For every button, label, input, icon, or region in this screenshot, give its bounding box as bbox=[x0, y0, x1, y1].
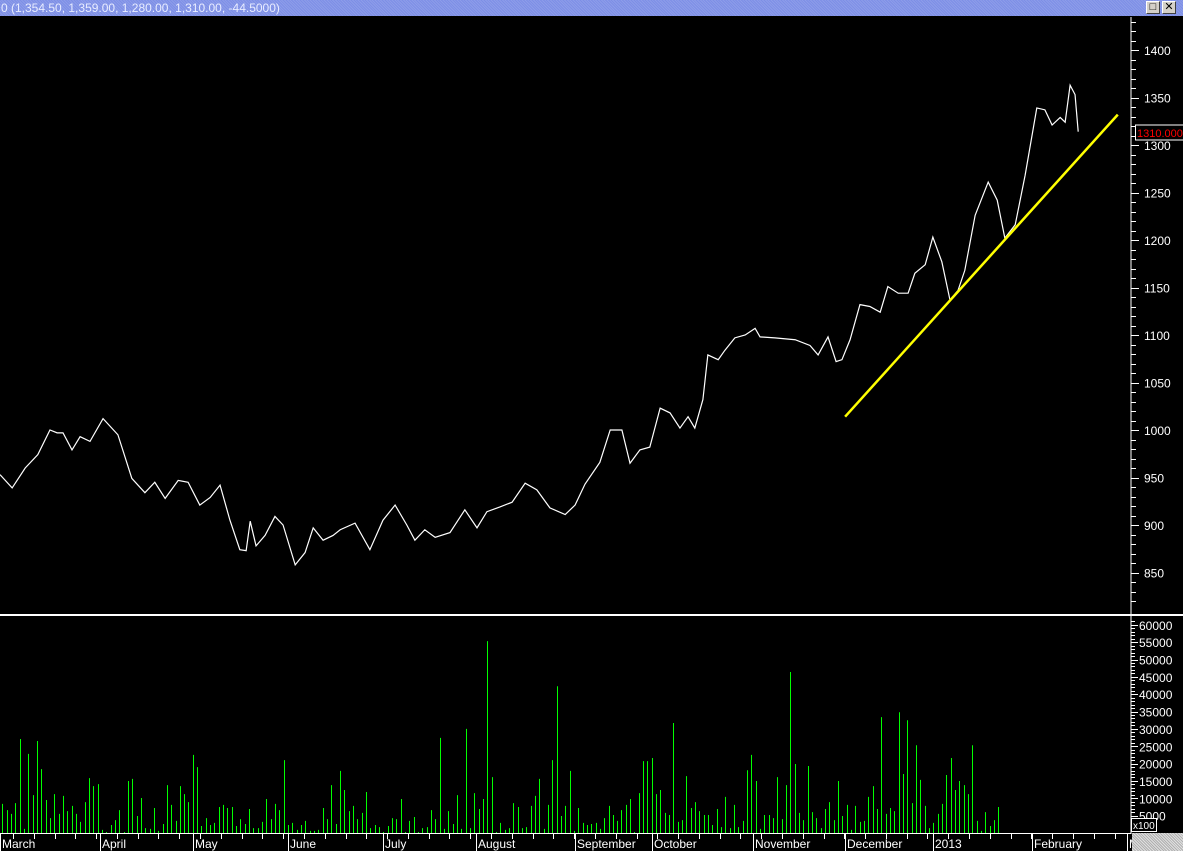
volume-tick-label: 20000 bbox=[1139, 758, 1173, 772]
price-line bbox=[0, 83, 1079, 567]
window-title: 0 (1,354.50, 1,359.00, 1,280.00, 1,310.0… bbox=[1, 1, 280, 15]
price-tick-label: 1400 bbox=[1144, 44, 1171, 58]
month-label: May bbox=[195, 837, 218, 851]
month-label: March bbox=[2, 837, 35, 851]
month-label: August bbox=[478, 837, 516, 851]
last-value-label: 1310.000 bbox=[1137, 128, 1183, 140]
price-tick-label: 1250 bbox=[1144, 187, 1171, 201]
volume-tick-label: 40000 bbox=[1139, 688, 1173, 702]
price-tick-label: 850 bbox=[1144, 567, 1164, 581]
volume-tick-label: 50000 bbox=[1139, 654, 1173, 668]
month-label: February bbox=[1034, 837, 1082, 851]
volume-tick-label: 25000 bbox=[1139, 740, 1173, 754]
month-label: October bbox=[654, 837, 697, 851]
price-tick-label: 1300 bbox=[1144, 139, 1171, 153]
month-label: December bbox=[847, 837, 902, 851]
corner-filler bbox=[1132, 833, 1183, 851]
volume-tick-label: 10000 bbox=[1139, 792, 1173, 806]
volume-tick-label: 45000 bbox=[1139, 671, 1173, 685]
month-label: September bbox=[577, 837, 636, 851]
price-tick-label: 1100 bbox=[1144, 329, 1170, 343]
volume-multiplier-label: x100 bbox=[1133, 821, 1155, 832]
price-tick-label: 1150 bbox=[1144, 282, 1170, 296]
panel-separator bbox=[0, 614, 1183, 616]
volume-tick-label: 30000 bbox=[1139, 723, 1173, 737]
price-tick-label: 1000 bbox=[1144, 424, 1171, 438]
price-tick-label: 950 bbox=[1144, 472, 1164, 486]
title-bar: 0 (1,354.50, 1,359.00, 1,280.00, 1,310.0… bbox=[0, 0, 1183, 16]
close-icon[interactable]: ✕ bbox=[1162, 1, 1176, 14]
month-label: November bbox=[755, 837, 810, 851]
month-label: July bbox=[385, 837, 406, 851]
month-label: 2013 bbox=[935, 837, 962, 851]
price-tick-label: 1050 bbox=[1144, 377, 1171, 391]
price-tick-label: 900 bbox=[1144, 519, 1164, 533]
volume-tick-label: 55000 bbox=[1139, 636, 1173, 650]
month-label: April bbox=[102, 837, 126, 851]
price-tick-label: 1350 bbox=[1144, 92, 1171, 106]
maximize-icon[interactable]: □ bbox=[1146, 1, 1160, 14]
volume-tick-label: 60000 bbox=[1139, 619, 1173, 633]
volume-tick-label: 35000 bbox=[1139, 706, 1173, 720]
volume-tick-label: 15000 bbox=[1139, 775, 1173, 789]
month-label: June bbox=[290, 837, 316, 851]
price-tick-label: 1200 bbox=[1144, 234, 1171, 248]
trend-line bbox=[844, 113, 1119, 418]
chart-area: 850 900 950 1000 1050 1100 1150 1200 1250 1300 135… bbox=[0, 17, 1183, 851]
